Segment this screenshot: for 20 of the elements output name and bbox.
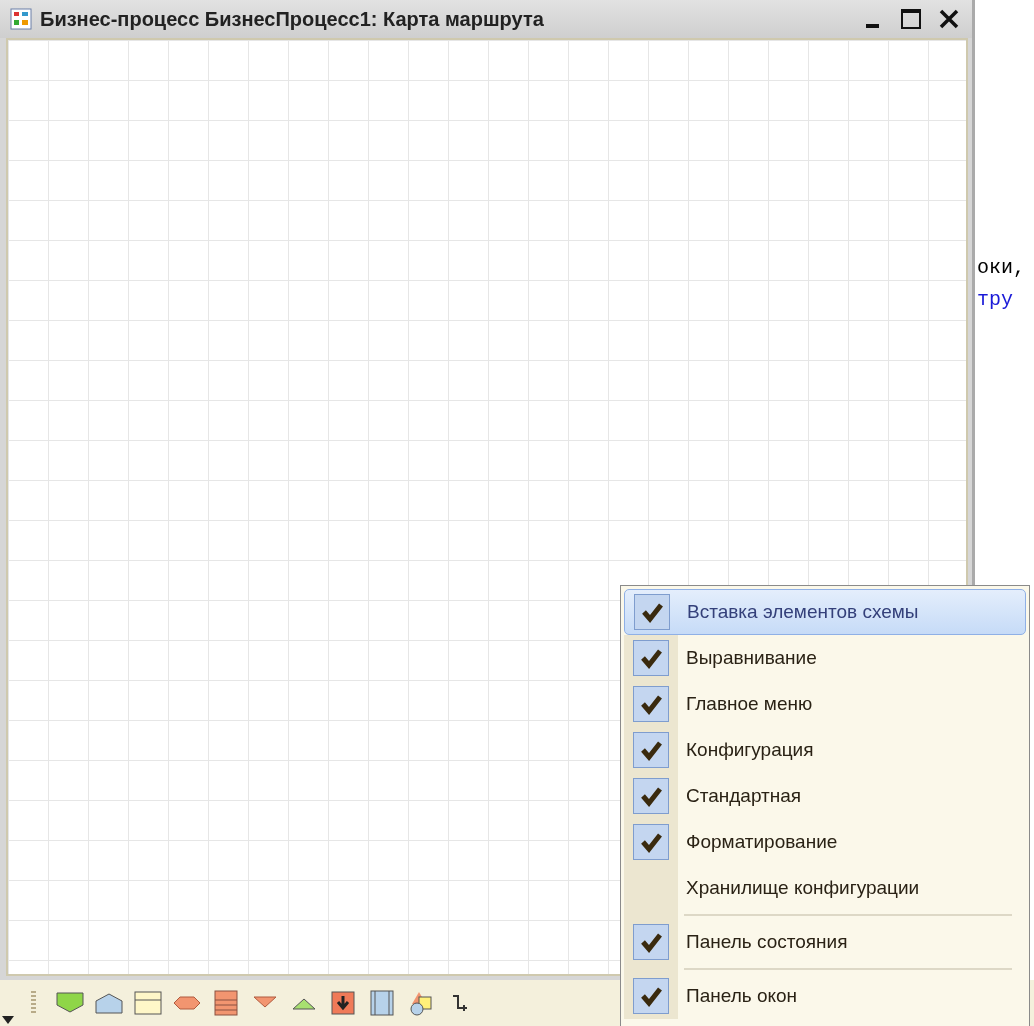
menu-item[interactable]: Хранилище конфигурации xyxy=(624,865,1026,911)
maximize-icon[interactable] xyxy=(898,6,924,32)
code-line: тру xyxy=(977,287,1014,313)
menu-item[interactable]: Панель состояния xyxy=(624,919,1026,965)
stack-icon[interactable] xyxy=(211,990,241,1016)
app-icon xyxy=(10,8,32,30)
down-arrow-box-icon[interactable] xyxy=(328,990,358,1016)
panel-icon[interactable] xyxy=(133,990,163,1016)
window-title: Бизнес-процесс БизнесПроцесс1: Карта маршрута xyxy=(40,7,545,31)
menu-item[interactable]: Форматирование xyxy=(624,819,1026,865)
dropdown-arrow-icon[interactable] xyxy=(2,1016,14,1024)
menu-item[interactable]: Выравнивание xyxy=(624,635,1026,681)
grip-handle-icon[interactable] xyxy=(31,990,36,1016)
menu-item[interactable]: Панель окон xyxy=(624,973,1026,1019)
menu-item[interactable]: Стандартная xyxy=(624,773,1026,819)
column-icon[interactable] xyxy=(367,990,397,1016)
menu-item[interactable]: Главное меню xyxy=(624,681,1026,727)
menu-item[interactable]: Вставка элементов схемы xyxy=(624,589,1026,635)
code-line: оки, xyxy=(977,255,1026,281)
menu-item[interactable]: Конфигурация xyxy=(624,727,1026,773)
